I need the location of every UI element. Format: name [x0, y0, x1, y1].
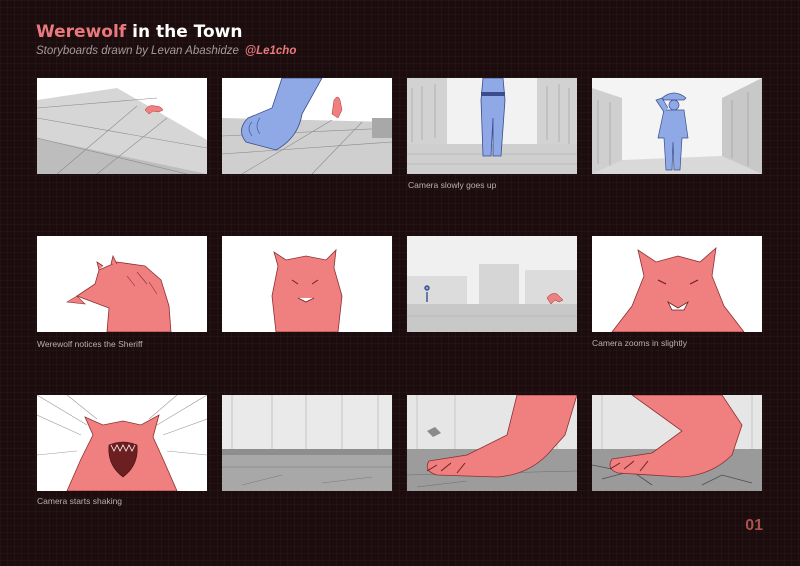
panel-caption-9: Camera starts shaking [37, 496, 123, 506]
credit-text: Storyboards drawn by Levan Abashidze [36, 45, 239, 57]
sheriff-boot-drawing [222, 78, 392, 174]
storyboard-panel-11 [407, 395, 577, 491]
street-wide-shot-drawing [407, 236, 577, 332]
storyboard-panel-4 [592, 78, 762, 174]
empty-street-ground-drawing [222, 395, 392, 491]
storyboard-panel-12 [592, 395, 762, 491]
werewolf-foot-cracks-drawing [592, 395, 762, 491]
storyboard-panel-1 [37, 78, 207, 174]
werewolf-closeup-drawing [592, 236, 762, 332]
storyboard-panel-10 [222, 395, 392, 491]
page-number: 01 [745, 517, 763, 534]
sheriff-street-legs-drawing [407, 78, 577, 174]
page-title: Werewolf in the Town [36, 22, 242, 42]
panel-caption-3: Camera slowly goes up [408, 180, 497, 190]
panel-caption-8: Camera zooms in slightly [592, 338, 687, 348]
artist-handle: @Le1cho [244, 45, 297, 57]
title-accent: Werewolf [36, 22, 127, 42]
storyboard-panel-9 [37, 395, 207, 491]
storyboard-panel-6 [222, 236, 392, 332]
title-rest: in the Town [126, 22, 243, 42]
sheriff-full-body-drawing [592, 78, 762, 174]
hill-werewolf-far-drawing [37, 78, 207, 174]
werewolf-roar-drawing [37, 395, 207, 491]
werewolf-foot-landing-drawing [407, 395, 577, 491]
werewolf-profile-drawing [37, 236, 207, 332]
storyboard-panel-5 [37, 236, 207, 332]
storyboard-panel-2 [222, 78, 392, 174]
panel-caption-5: Werewolf notices the Sheriff [37, 339, 143, 349]
storyboard-panel-3 [407, 78, 577, 174]
subtitle: Storyboards drawn by Levan Abashidze @Le1… [36, 45, 296, 57]
storyboard-panel-7 [407, 236, 577, 332]
werewolf-front-drawing [222, 236, 392, 332]
storyboard-panel-8 [592, 236, 762, 332]
